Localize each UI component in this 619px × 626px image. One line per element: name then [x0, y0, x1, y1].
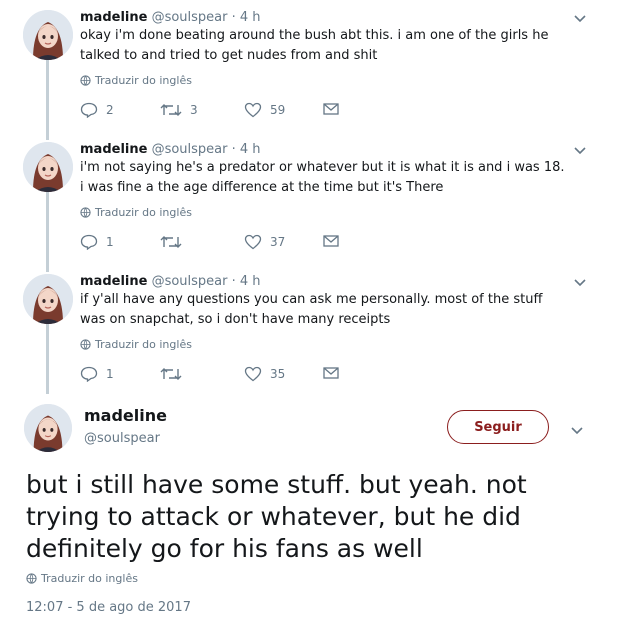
retweet-icon	[160, 104, 182, 116]
author-name[interactable]: madeline	[80, 142, 147, 157]
translate-link[interactable]: Traduzir do inglês	[80, 206, 192, 219]
author-handle[interactable]: @soulspear	[152, 10, 228, 25]
retweet-button[interactable]: 3	[160, 102, 198, 118]
reply-icon	[80, 102, 98, 118]
retweet-button[interactable]	[160, 234, 190, 250]
reply-tweet[interactable]: madeline @soulspear · 4 h okay i'm done …	[0, 0, 619, 132]
reply-button[interactable]: 2	[80, 102, 114, 118]
tweet-text: i'm not saying he's a predator or whatev…	[80, 160, 565, 195]
heart-icon	[244, 102, 262, 118]
reply-icon	[80, 234, 98, 250]
translate-link[interactable]: Traduzir do inglês	[80, 338, 192, 351]
globe-icon	[80, 339, 91, 350]
heart-icon	[244, 366, 262, 382]
translate-link[interactable]: Traduzir do inglês	[26, 572, 138, 585]
heart-icon	[244, 234, 262, 250]
tweet-text: okay i'm done beating around the bush ab…	[80, 28, 549, 63]
reply-tweet[interactable]: madeline @soulspear · 4 h if y'all have …	[0, 264, 619, 396]
globe-icon	[80, 207, 91, 218]
chevron-down-icon[interactable]	[570, 423, 584, 437]
tweet-time[interactable]: · 4 h	[232, 142, 261, 157]
tweet-header: madeline @soulspear · 4 h	[80, 274, 261, 289]
retweet-icon	[160, 368, 182, 380]
reply-button[interactable]: 1	[80, 366, 114, 382]
like-button[interactable]: 59	[244, 102, 285, 118]
reply-count: 2	[106, 103, 114, 117]
reply-count: 1	[106, 367, 114, 381]
reply-icon	[80, 366, 98, 382]
tweet-time[interactable]: · 4 h	[232, 10, 261, 25]
author-name[interactable]: madeline	[80, 274, 147, 289]
retweet-icon	[160, 236, 182, 248]
message-button[interactable]	[323, 234, 339, 248]
translate-label: Traduzir do inglês	[95, 338, 192, 351]
message-icon	[323, 103, 339, 115]
translate-link[interactable]: Traduzir do inglês	[80, 74, 192, 87]
tweet-actions: 1 37	[80, 234, 380, 254]
author-handle[interactable]: @soulspear	[152, 274, 228, 289]
like-count: 35	[270, 367, 286, 381]
like-count: 59	[270, 103, 286, 117]
avatar[interactable]	[23, 142, 73, 192]
tweet-time[interactable]: · 4 h	[232, 274, 261, 289]
globe-icon	[26, 573, 37, 584]
chevron-down-icon[interactable]	[573, 275, 587, 289]
like-button[interactable]: 37	[244, 234, 285, 250]
retweet-button[interactable]	[160, 366, 190, 382]
main-author-handle[interactable]: @soulspear	[84, 431, 160, 446]
tweet-header: madeline @soulspear · 4 h	[80, 10, 261, 25]
like-button[interactable]: 35	[244, 366, 285, 382]
like-count: 37	[270, 235, 286, 249]
avatar[interactable]	[23, 274, 73, 324]
message-button[interactable]	[323, 102, 339, 116]
main-tweet-text: but i still have some stuff. but yeah. n…	[26, 470, 527, 563]
avatar[interactable]	[24, 404, 72, 452]
reply-tweet[interactable]: madeline @soulspear · 4 h i'm not saying…	[0, 132, 619, 264]
follow-button[interactable]: Seguir	[447, 410, 549, 444]
tweet-text: if y'all have any questions you can ask …	[80, 292, 543, 327]
main-author-name[interactable]: madeline	[84, 406, 167, 425]
message-icon	[323, 367, 339, 379]
translate-label: Traduzir do inglês	[41, 572, 138, 585]
retweet-count: 3	[190, 103, 198, 117]
chevron-down-icon[interactable]	[573, 11, 587, 25]
reply-button[interactable]: 1	[80, 234, 114, 250]
tweet-header: madeline @soulspear · 4 h	[80, 142, 261, 157]
translate-label: Traduzir do inglês	[95, 74, 192, 87]
message-button[interactable]	[323, 366, 339, 380]
reply-count: 1	[106, 235, 114, 249]
globe-icon	[80, 75, 91, 86]
translate-label: Traduzir do inglês	[95, 206, 192, 219]
author-handle[interactable]: @soulspear	[152, 142, 228, 157]
timestamp[interactable]: 12:07 - 5 de ago de 2017	[26, 600, 191, 615]
author-name[interactable]: madeline	[80, 10, 147, 25]
tweet-actions: 1 35	[80, 366, 380, 386]
message-icon	[323, 235, 339, 247]
tweet-actions: 2 3 59	[80, 102, 380, 122]
avatar[interactable]	[23, 10, 73, 60]
chevron-down-icon[interactable]	[573, 143, 587, 157]
